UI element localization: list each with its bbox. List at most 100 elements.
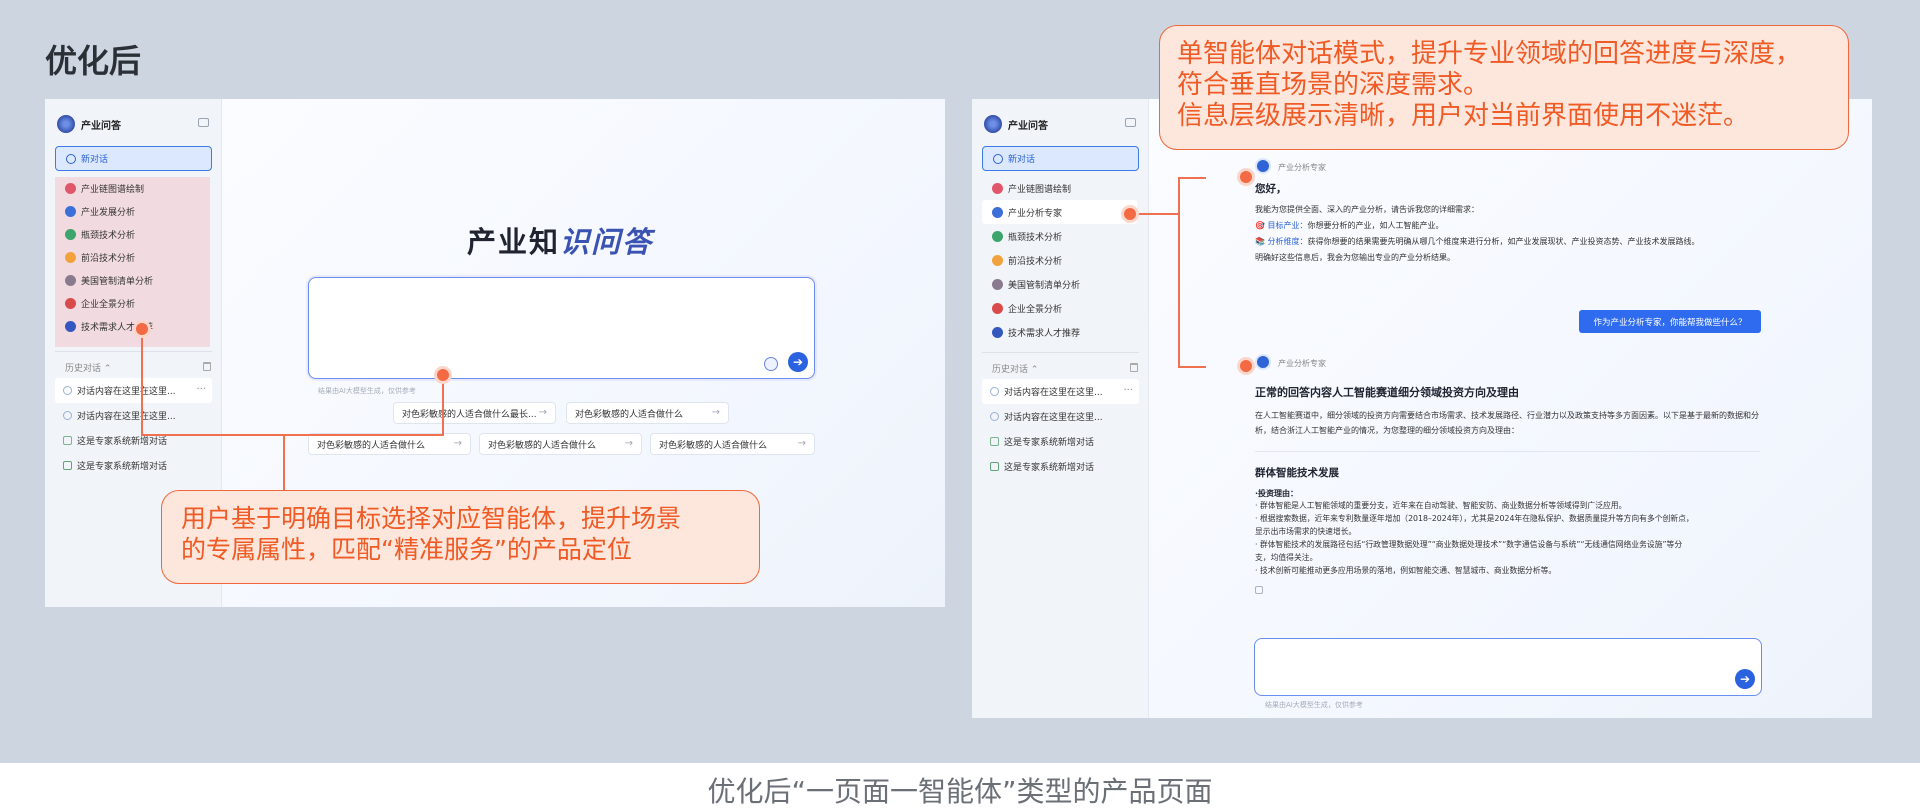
annotation-line [1136, 213, 1180, 215]
history-label: 这是专家系统新增对话 [1004, 438, 1095, 448]
new-chat-button[interactable]: 新对话 [55, 146, 212, 171]
suggestion-chip[interactable]: 对色彩敏感的人适合做什么 → [479, 433, 642, 455]
agent-avatar-icon [65, 206, 76, 217]
bullet-item: · 根据搜索数据，近年来专利数量逐年增加（2018–2024年），尤其是2024… [1255, 514, 1694, 523]
annotation-line [141, 434, 444, 436]
agent-label: 产业分析专家 [1008, 208, 1063, 219]
collapse-sidebar-icon[interactable] [198, 118, 209, 127]
history-item[interactable]: 对话内容在这里在这里... [55, 403, 212, 428]
answer-intro: 在人工智能赛道中，细分领域的投资方向需要结合市场需求、技术发展路径、行业潜力以及… [1255, 411, 1759, 435]
agent-label: 企业全景分析 [1008, 304, 1063, 315]
question-input[interactable]: ➔ [308, 277, 815, 379]
agent-label: 产业链图谱绘制 [1008, 184, 1072, 195]
history-label: 对话内容在这里在这里... [77, 412, 176, 422]
history-item[interactable]: 对话内容在这里在这里... ··· [55, 378, 212, 403]
agent-label: 美国管制清单分析 [1008, 280, 1081, 291]
agent-avatar-icon [65, 298, 76, 309]
send-button[interactable]: ➔ [788, 352, 808, 372]
agent-label: 前沿技术分析 [81, 254, 136, 264]
agent-item[interactable]: 瓶颈技术分析 [982, 224, 1137, 248]
agent-item[interactable]: 前沿技术分析 [55, 246, 210, 269]
agent-avatar-icon [65, 229, 76, 240]
agent-item[interactable]: 美国管制清单分析 [55, 269, 210, 292]
callout-text: 的专属属性，匹配“精准服务”的产品定位 [181, 535, 632, 564]
agent-avatar-icon [65, 321, 76, 332]
bullet-item: · 群体智能是人工智能领域的重要分支，近年来在自动驾驶、智能安防、商业数据分析等… [1255, 501, 1627, 510]
chat-input[interactable]: ➔ [1254, 638, 1762, 696]
agent-item[interactable]: 技术需求人才推荐 [982, 320, 1137, 344]
chip-label: 对色彩敏感的人适合做什么 [488, 440, 597, 451]
new-chat-button[interactable]: 新对话 [982, 146, 1139, 171]
history-label: 这是专家系统新增对话 [77, 462, 168, 472]
agent-item[interactable]: 产业链图谱绘制 [982, 176, 1137, 200]
greeting: 您好， [1255, 183, 1287, 195]
agent-item[interactable]: 企业全景分析 [55, 292, 210, 315]
history-heading[interactable]: 历史对话 ⌃ [65, 361, 111, 374]
suggestion-chip[interactable]: 对色彩敏感的人适合做什么 → [650, 433, 815, 455]
history-heading[interactable]: 历史对话 ⌃ [992, 362, 1038, 375]
history-item[interactable]: 这是专家系统新增对话 [982, 454, 1139, 479]
new-chat-label: 新对话 [81, 155, 109, 165]
arrow-right-icon: → [797, 438, 806, 449]
agent-item[interactable]: 前沿技术分析 [982, 248, 1137, 272]
trash-icon[interactable] [203, 362, 211, 371]
history-item[interactable]: 这是专家系统新增对话 [982, 429, 1139, 454]
suggestion-chip[interactable]: 对色彩敏感的人适合做什么 → [308, 433, 471, 455]
chip-label: 对色彩敏感的人适合做什么 [575, 409, 684, 420]
app-logo [57, 115, 75, 133]
history-item[interactable]: 这是专家系统新增对话 [55, 453, 212, 478]
history-item[interactable]: 对话内容在这里在这里... ··· [982, 379, 1139, 404]
agent-name: 产业分析专家 [1278, 163, 1326, 172]
annotation-marker [1121, 205, 1139, 223]
annotation-marker [1237, 357, 1255, 375]
arrow-right-icon: → [711, 407, 720, 418]
agent-avatar-icon [992, 302, 1003, 314]
agent-item[interactable]: 企业全景分析 [982, 296, 1137, 320]
home-title: 产业知识问答 [467, 225, 654, 259]
user-message: 作为产业分析专家，你能帮我做些什么？ [1579, 310, 1761, 333]
agent-item[interactable]: 产业链图谱绘制 [55, 177, 210, 200]
trash-icon[interactable] [1130, 363, 1138, 372]
goal-line: 🎯 目标产业：你想要分析的产业，如人工智能产业。 [1255, 221, 1444, 230]
chat-icon [63, 386, 72, 395]
arrow-right-icon: → [538, 407, 547, 418]
history-label: 对话内容在这里在这里... [1004, 388, 1103, 398]
app-name: 产业问答 [1008, 121, 1048, 132]
attachment-icon[interactable] [764, 357, 778, 371]
agent-label: 技术需求人才推荐 [1008, 328, 1081, 339]
agent-item[interactable]: 瓶颈技术分析 [55, 223, 210, 246]
bullet-item: 显示出市场需求的快速增长。 [1255, 527, 1357, 536]
agent-avatar-icon [992, 278, 1003, 290]
suggestion-chip[interactable]: 对色彩敏感的人适合做什么 → [566, 402, 729, 424]
callout-text: 单智能体对话模式，提升专业领域的回答进度与深度， [1177, 39, 1802, 69]
more-icon[interactable]: ··· [1123, 385, 1133, 396]
history-item[interactable]: 对话内容在这里在这里... [982, 404, 1139, 429]
agent-label: 企业全景分析 [81, 300, 136, 310]
annotation-line [442, 375, 444, 436]
history-label: 这是专家系统新增对话 [1004, 463, 1095, 473]
sidebar: 产业问答 新对话 产业链图谱绘制 产业分析专家 瓶颈技术分析 前沿技术分析 美国… [972, 99, 1149, 718]
agent-label: 产业链图谱绘制 [81, 185, 145, 195]
copy-icon[interactable] [1255, 586, 1263, 594]
history-list: 对话内容在这里在这里... ··· 对话内容在这里在这里... 这是专家系统新增对… [55, 378, 212, 478]
history-item[interactable]: 这是专家系统新增对话 [55, 428, 212, 453]
history-label: 对话内容在这里在这里... [77, 387, 176, 397]
collapse-sidebar-icon[interactable] [1125, 118, 1136, 127]
agent-item-selected[interactable]: 产业分析专家 [982, 200, 1137, 224]
page-heading: 优化后 [45, 42, 142, 80]
agent-avatar [1255, 354, 1271, 370]
agent-item[interactable]: 产业发展分析 [55, 200, 210, 223]
annotation-marker [133, 320, 151, 338]
suggestion-chip[interactable]: 对色彩敏感的人适合做什么最长... → [393, 402, 556, 424]
disclaimer: 结果由AI大模型生成，仅供参考 [1265, 701, 1363, 709]
pen-icon [63, 461, 72, 470]
chat-icon [63, 411, 72, 420]
annotation-line [1178, 366, 1206, 368]
history-label: 对话内容在这里在这里... [1004, 413, 1103, 423]
more-icon[interactable]: ··· [196, 384, 206, 395]
agent-item[interactable]: 美国管制清单分析 [982, 272, 1137, 296]
send-button[interactable]: ➔ [1735, 669, 1755, 689]
callout-text: 符合垂直场景的深度需求。 [1177, 70, 1490, 100]
callout-text: 用户基于明确目标选择对应智能体，提升场景 [181, 504, 682, 533]
plus-circle-icon [66, 153, 76, 164]
